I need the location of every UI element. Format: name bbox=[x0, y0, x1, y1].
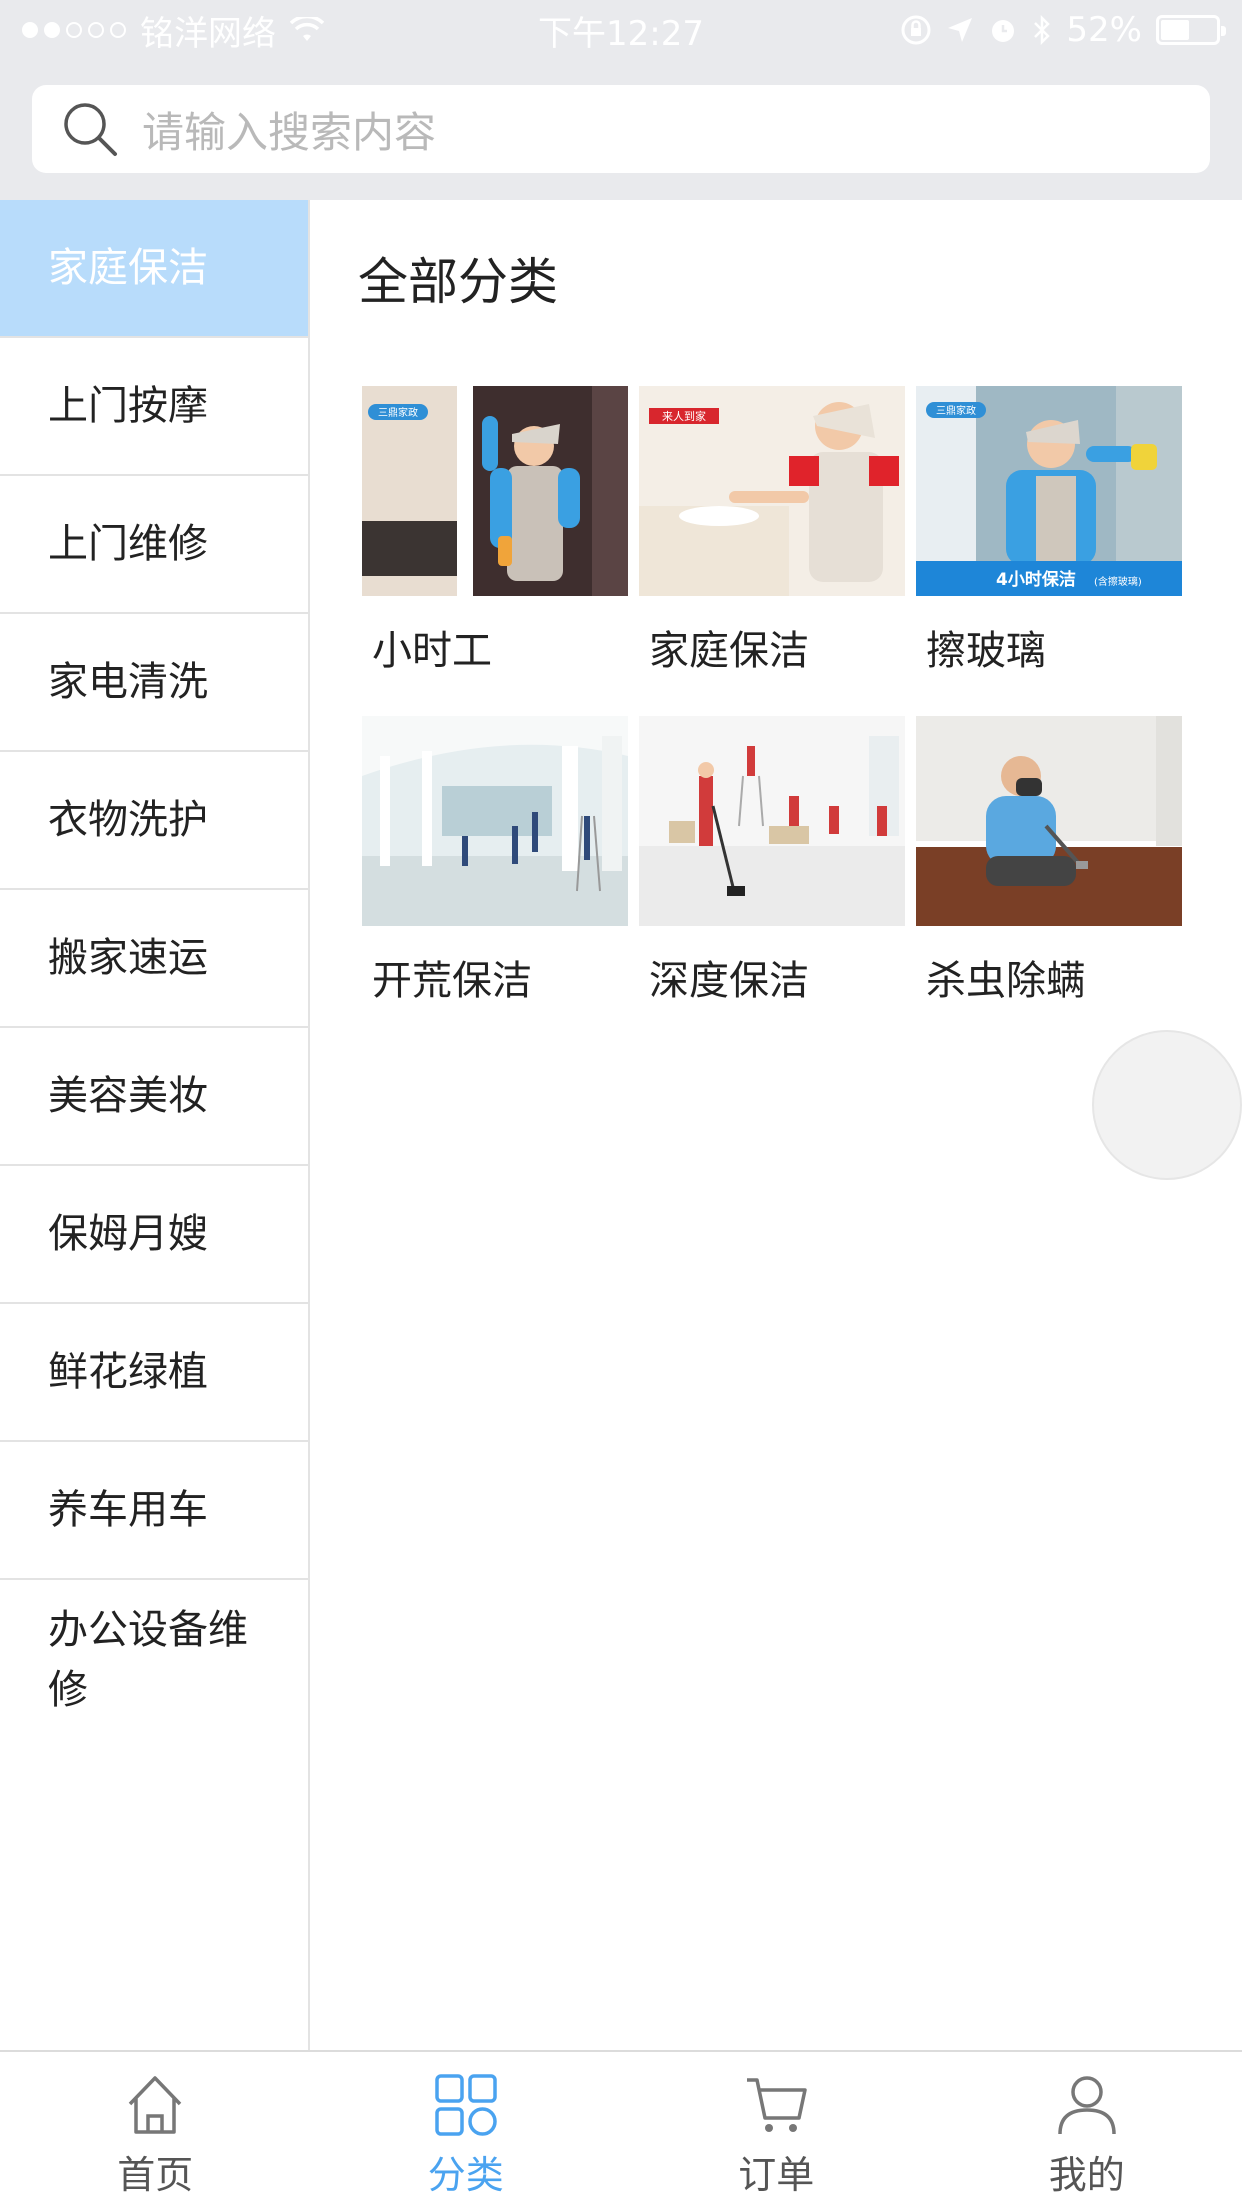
sidebar-item-label: 家电清洗 bbox=[48, 659, 208, 705]
sidebar-item-car-services[interactable]: 养车用车 bbox=[0, 1442, 308, 1580]
battery-fill bbox=[1161, 20, 1189, 40]
sidebar-item-label: 养车用车 bbox=[48, 1487, 208, 1533]
tile-label: 开荒保洁 bbox=[372, 958, 532, 1004]
sidebar-item-label: 鲜花绿植 bbox=[48, 1349, 208, 1395]
user-icon bbox=[1058, 2076, 1116, 2135]
logo-text: 来人到家 bbox=[662, 409, 706, 423]
tab-home[interactable]: 首页 bbox=[0, 2052, 311, 2208]
logo-text: 三鼎家政 bbox=[936, 404, 976, 417]
sidebar-item-label: 搬家速运 bbox=[48, 935, 208, 981]
sidebar-item-label: 保姆月嫂 bbox=[48, 1211, 208, 1257]
tab-label: 首页 bbox=[117, 2153, 194, 2197]
tab-category[interactable]: 分类 bbox=[311, 2052, 622, 2208]
tile-label: 深度保洁 bbox=[649, 958, 809, 1004]
sidebar-item-label: 美容美妆 bbox=[48, 1073, 208, 1119]
cart-icon bbox=[747, 2078, 807, 2132]
service-tile-household-cleaning[interactable]: 来人到家 家庭保洁 bbox=[639, 386, 905, 676]
battery-icon bbox=[1156, 15, 1226, 45]
household-cleaning-image: 来人到家 bbox=[639, 386, 905, 596]
tab-profile[interactable]: 我的 bbox=[932, 2052, 1242, 2208]
banner-subtext: (含擦玻璃) bbox=[1094, 575, 1142, 588]
service-tile-window-cleaning[interactable]: 三鼎家政 4小时保洁 (含擦玻璃) 擦玻璃 bbox=[916, 386, 1182, 676]
sidebar-item-label: 办公设备维修 bbox=[48, 1607, 248, 1713]
pest-control-image bbox=[916, 716, 1182, 926]
sidebar-item-label: 上门维修 bbox=[48, 521, 208, 567]
page-title: 全部分类 bbox=[358, 253, 558, 311]
sidebar-item-label: 家庭保洁 bbox=[48, 245, 208, 291]
search-placeholder: 请输入搜索内容 bbox=[142, 107, 437, 157]
hourly-worker-image: 三鼎家政 bbox=[362, 386, 628, 596]
tab-label: 我的 bbox=[1048, 2153, 1125, 2197]
location-icon bbox=[948, 18, 973, 42]
deep-cleaning-image bbox=[639, 716, 905, 926]
status-left: 铭洋网络 bbox=[22, 6, 324, 55]
sidebar-item-nanny[interactable]: 保姆月嫂 bbox=[0, 1166, 308, 1304]
tile-label: 擦玻璃 bbox=[926, 628, 1046, 674]
carrier-name: 铭洋网络 bbox=[140, 13, 276, 54]
window-cleaning-image: 三鼎家政 4小时保洁 (含擦玻璃) bbox=[916, 386, 1182, 596]
sidebar-item-label: 上门按摩 bbox=[48, 383, 208, 429]
status-bar: 铭洋网络 下午12:27 52% bbox=[0, 0, 1242, 60]
rotation-lock-icon bbox=[901, 15, 931, 45]
service-tile-post-construction-cleaning[interactable]: 开荒保洁 bbox=[362, 716, 628, 1006]
grid-icon bbox=[435, 2074, 497, 2136]
alarm-icon bbox=[992, 20, 1015, 42]
service-tile-deep-cleaning[interactable]: 深度保洁 bbox=[639, 716, 905, 1006]
sidebar-item-beauty[interactable]: 美容美妆 bbox=[0, 1028, 308, 1166]
sidebar-item-household-cleaning[interactable]: 家庭保洁 bbox=[0, 200, 308, 338]
battery-percent: 52% bbox=[1066, 10, 1142, 50]
sidebar-item-office-equipment-repair[interactable]: 办公设备维修 bbox=[0, 1580, 308, 1720]
sidebar-item-home-massage[interactable]: 上门按摩 bbox=[0, 338, 308, 476]
tab-orders[interactable]: 订单 bbox=[621, 2052, 932, 2208]
sidebar-item-label: 衣物洗护 bbox=[48, 797, 208, 843]
status-right: 52% bbox=[900, 10, 1226, 50]
tab-label: 订单 bbox=[738, 2153, 815, 2197]
tile-label: 杀虫除螨 bbox=[926, 958, 1086, 1004]
sidebar-item-appliance-cleaning[interactable]: 家电清洗 bbox=[0, 614, 308, 752]
tile-label: 小时工 bbox=[372, 628, 492, 674]
sidebar-item-moving[interactable]: 搬家速运 bbox=[0, 890, 308, 1028]
sidebar-item-home-repair[interactable]: 上门维修 bbox=[0, 476, 308, 614]
service-tile-pest-control[interactable]: 杀虫除螨 bbox=[916, 716, 1182, 1006]
post-construction-cleaning-image bbox=[362, 716, 628, 926]
bluetooth-icon bbox=[1034, 14, 1051, 46]
service-tile-hourly-worker[interactable]: 三鼎家政 小时工 bbox=[362, 386, 628, 676]
bottom-tab-bar: 首页 分类 订单 我的 bbox=[0, 2050, 1242, 2208]
search-header: 请输入搜索内容 bbox=[0, 60, 1242, 200]
sidebar-item-flowers-plants[interactable]: 鲜花绿植 bbox=[0, 1304, 308, 1442]
banner-text: 4小时保洁 bbox=[996, 569, 1076, 590]
wifi-icon bbox=[290, 17, 324, 41]
home-icon bbox=[128, 2076, 182, 2134]
category-sidebar: 家庭保洁 上门按摩 上门维修 家电清洗 衣物洗护 搬家速运 美容美妆 保姆月嫂 … bbox=[0, 200, 310, 2050]
sidebar-item-laundry[interactable]: 衣物洗护 bbox=[0, 752, 308, 890]
search-input[interactable]: 请输入搜索内容 bbox=[32, 85, 1210, 173]
tile-label: 家庭保洁 bbox=[649, 628, 809, 674]
floating-assistive-button[interactable] bbox=[1092, 1030, 1242, 1180]
logo-text: 三鼎家政 bbox=[378, 406, 418, 419]
search-icon bbox=[64, 103, 117, 156]
tab-label: 分类 bbox=[427, 2153, 504, 2197]
signal-strength-icon bbox=[22, 22, 126, 38]
